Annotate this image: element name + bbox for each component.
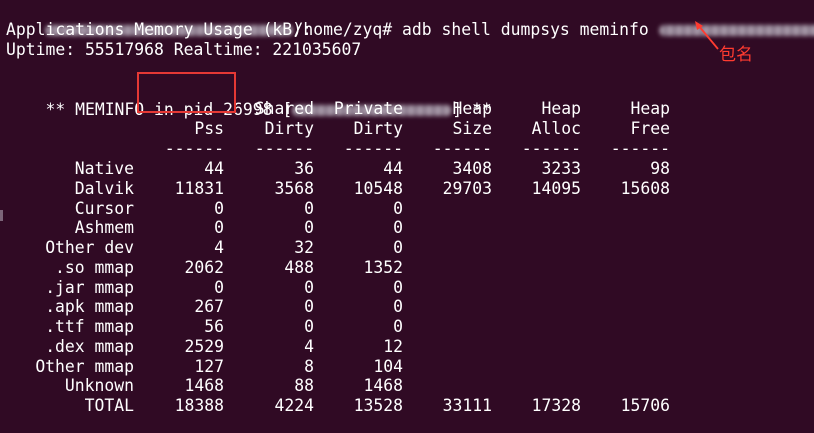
- uptime-line: Uptime: 55517968 Realtime: 221035607: [6, 40, 362, 59]
- divider-6: ------: [610, 139, 670, 158]
- row-value: 2062: [184, 257, 224, 277]
- row-value: 0: [393, 277, 403, 297]
- divider-4: ------: [432, 139, 492, 158]
- header-pss: Pss: [194, 119, 224, 138]
- row-value: 4: [214, 238, 224, 257]
- divider-5: ------: [521, 139, 581, 158]
- row-value: 12: [383, 336, 403, 356]
- row-value: 10548: [353, 178, 403, 198]
- command-line: /home/zyq# adb shell dumpsys meminfo: [6, 0, 814, 39]
- row-value: 13528: [353, 396, 403, 415]
- row-value: 17328: [531, 396, 581, 415]
- row-value: 0: [304, 198, 314, 218]
- row-value: 18388: [174, 396, 224, 415]
- row-value: 0: [304, 218, 314, 238]
- terminal-window[interactable]: /home/zyq# adb shell dumpsys meminfo App…: [0, 0, 814, 433]
- row-label: Other dev: [45, 238, 134, 257]
- row-value: 98: [650, 159, 670, 178]
- row-label: .apk mmap: [45, 297, 134, 317]
- row-value: 0: [304, 317, 314, 336]
- row-label: Unknown: [64, 376, 134, 396]
- row-value: 32: [294, 238, 314, 257]
- meminfo-line: ** MEMINFO in pid 26998 [] **: [6, 80, 491, 119]
- row-value: 1468: [363, 376, 403, 396]
- row-label: Cursor: [74, 198, 134, 218]
- scroll-edge-marker: [0, 210, 3, 221]
- row-label: Other mmap: [35, 356, 134, 376]
- row-value: 3233: [541, 159, 581, 178]
- pid-highlight-box: [137, 72, 236, 113]
- row-value: 3568: [274, 178, 314, 198]
- row-value: 88: [294, 376, 314, 396]
- row-label: .ttf mmap: [45, 317, 134, 336]
- row-value: 0: [304, 277, 314, 297]
- table-divider: ------ ------ ------ ------ ------ -----…: [0, 139, 670, 159]
- row-value: 0: [393, 198, 403, 218]
- row-value: 127: [194, 356, 224, 376]
- memory-usage-title: Applications Memory Usage (kB):: [6, 20, 312, 39]
- row-value: 0: [393, 218, 403, 238]
- row-value: 15608: [620, 178, 670, 198]
- row-value: 44: [204, 159, 224, 178]
- header-heap-free: Free: [630, 119, 670, 138]
- header-top-heap-size: Heap: [452, 99, 492, 118]
- row-value: 1352: [363, 257, 403, 277]
- row-value: 11831: [174, 178, 224, 198]
- row-value: 0: [304, 297, 314, 317]
- command-text: adb shell dumpsys meminfo: [402, 20, 649, 39]
- row-value: 1468: [184, 376, 224, 396]
- package-name-annotation: 包名: [719, 45, 753, 65]
- row-label: Dalvik: [74, 178, 134, 198]
- table-header-bottom: Pss Dirty Dirty Size Alloc Free: [0, 119, 670, 139]
- row-value: 44: [383, 159, 403, 178]
- row-value: 488: [284, 257, 314, 277]
- row-value: 14095: [531, 178, 581, 198]
- row-value: 4224: [274, 396, 314, 415]
- row-value: 104: [373, 356, 403, 376]
- row-value: 36: [294, 159, 314, 178]
- row-value: 4: [304, 336, 314, 356]
- row-value: 15706: [620, 396, 670, 415]
- row-value: 0: [393, 317, 403, 336]
- redacted-package-arg: [658, 25, 814, 36]
- row-label: Ashmem: [74, 218, 134, 238]
- row-label: .dex mmap: [45, 336, 134, 356]
- row-value: 8: [304, 356, 314, 376]
- row-label: TOTAL: [84, 396, 134, 415]
- row-value: 2529: [184, 336, 224, 356]
- divider-2: ------: [254, 139, 314, 158]
- header-top-shared: Shared: [254, 99, 314, 118]
- header-private-dirty: Dirty: [353, 119, 403, 138]
- header-heap-alloc: Alloc: [531, 119, 581, 138]
- table-header-top: Shared Private Heap Heap Heap: [0, 99, 670, 119]
- row-value: 0: [214, 218, 224, 238]
- row-label: Native: [74, 159, 134, 178]
- row-value: 29703: [442, 178, 492, 198]
- header-top-heap-alloc: Heap: [541, 99, 581, 118]
- header-shared-dirty: Dirty: [264, 119, 314, 138]
- row-label: .jar mmap: [45, 277, 134, 297]
- row-value: 0: [393, 238, 403, 257]
- row-value: 267: [194, 297, 224, 317]
- row-value: 33111: [442, 396, 492, 415]
- header-heap-size: Size: [452, 119, 492, 138]
- row-value: 56: [204, 317, 224, 336]
- row-value: 0: [214, 277, 224, 297]
- row-value: 3408: [452, 159, 492, 178]
- header-top-heap-free: Heap: [630, 99, 670, 118]
- divider-3: ------: [343, 139, 403, 158]
- divider-1: ------: [164, 139, 224, 158]
- row-value: 0: [393, 297, 403, 317]
- row-label: .so mmap: [55, 257, 134, 277]
- header-top-private: Private: [333, 99, 403, 118]
- row-value: 0: [214, 198, 224, 218]
